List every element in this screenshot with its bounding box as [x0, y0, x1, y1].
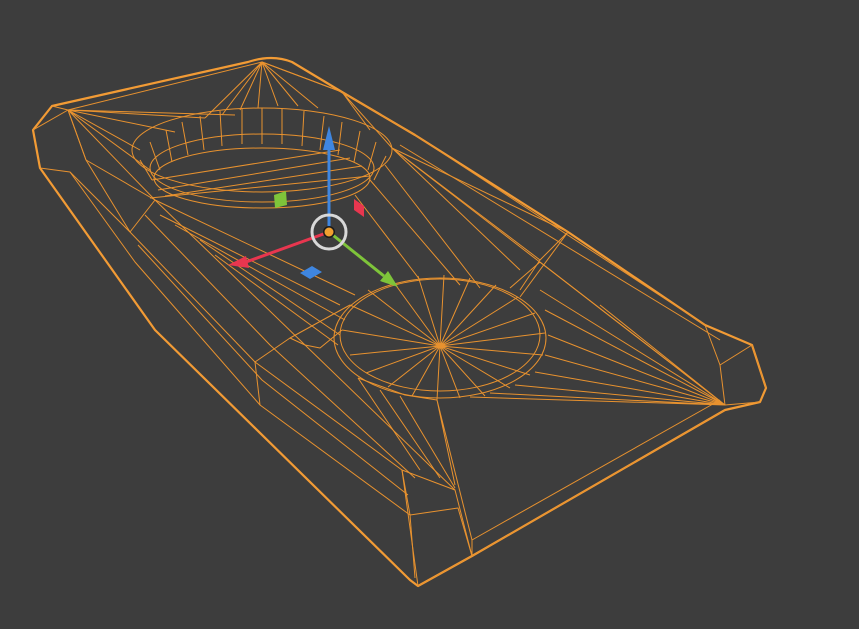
origin-dot[interactable] [324, 227, 334, 237]
xz-plane-handle[interactable] [274, 191, 287, 208]
mesh-edge [719, 344, 767, 406]
viewport-scene[interactable] [0, 0, 859, 629]
y-axis-line[interactable] [328, 230, 385, 278]
mesh-edge [69, 171, 416, 579]
mesh-edge [67, 109, 236, 201]
mesh-wireframe[interactable] [31, 56, 768, 588]
mesh-edge [85, 159, 473, 557]
transform-gizmo[interactable] [228, 126, 398, 287]
mesh-edge [357, 377, 473, 556]
upper-socket-inner2 [153, 147, 371, 209]
mesh-edge [51, 105, 69, 111]
x-axis-line[interactable] [245, 230, 330, 264]
mesh-edge [471, 399, 726, 557]
yz-plane-handle[interactable] [354, 199, 364, 217]
mesh-edge [417, 555, 473, 587]
mesh-edge [32, 109, 419, 587]
mesh-edge [67, 61, 343, 111]
mesh-edge [519, 231, 753, 366]
mesh-edge [154, 199, 356, 346]
z-axis-arrow[interactable] [323, 126, 335, 150]
mesh-edge [254, 361, 261, 406]
mesh-edge [129, 199, 156, 233]
lower-socket-spokes [341, 274, 546, 401]
mesh-edge [144, 214, 416, 479]
3d-viewport[interactable] [0, 0, 859, 629]
xy-plane-handle[interactable] [300, 266, 322, 279]
mesh-edge [254, 337, 306, 363]
